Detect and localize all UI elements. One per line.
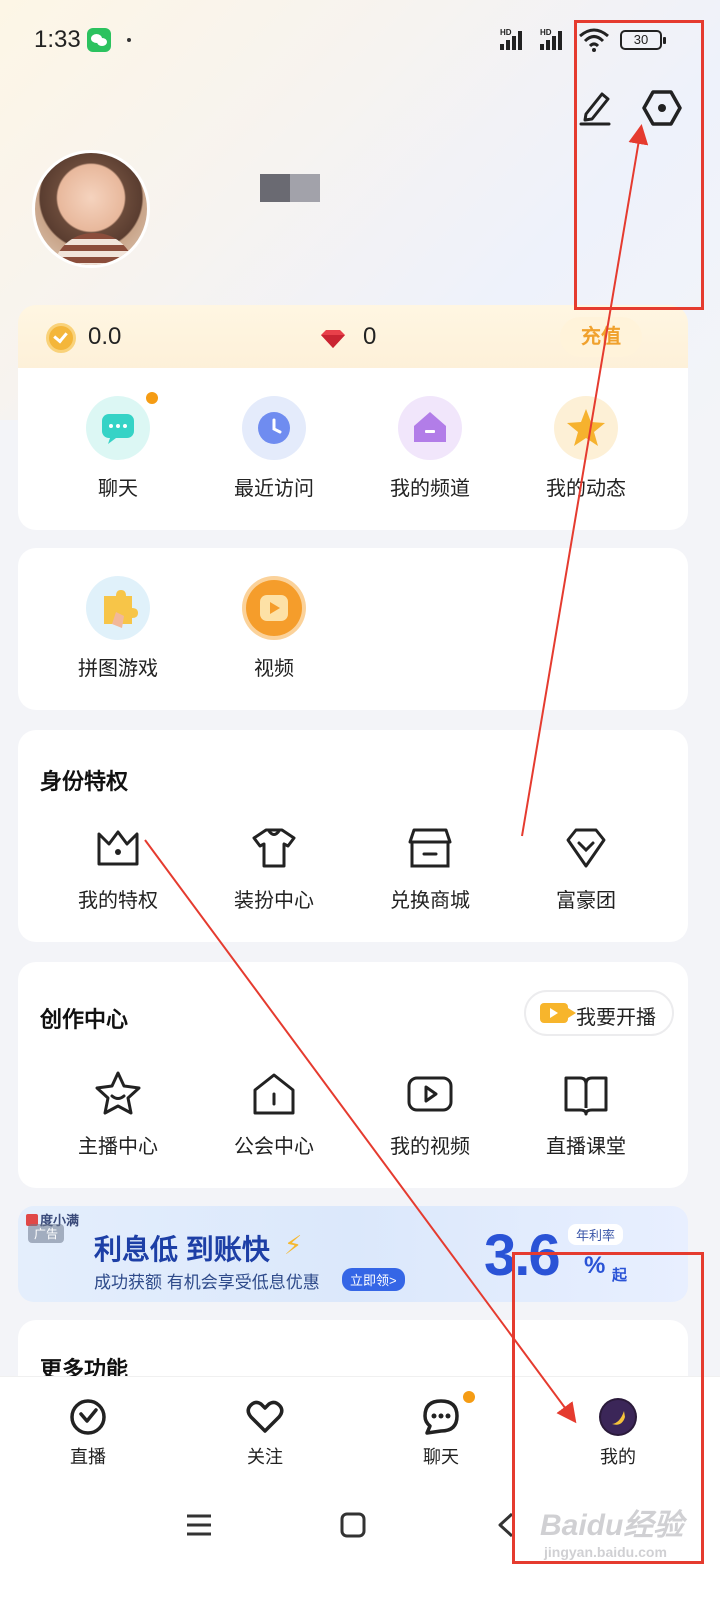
annotation-arrows [144,124,649,1424]
